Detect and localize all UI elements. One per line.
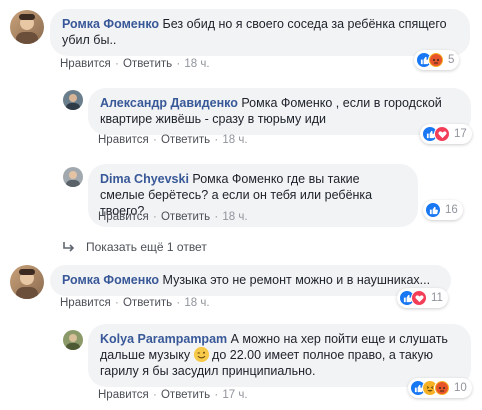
wink-emoji-icon — [193, 347, 209, 362]
reaction-count: 10 — [454, 382, 467, 394]
angry-icon — [434, 380, 450, 396]
reply-3: Kolya Parampampam А можно на хер пойти е… — [0, 0, 482, 410]
separator: · — [149, 389, 160, 401]
reply-link[interactable]: Ответить — [161, 389, 210, 401]
timestamp[interactable]: 17 ч. — [222, 389, 247, 401]
separator: · — [211, 389, 222, 401]
like-link[interactable]: Нравится — [98, 389, 149, 401]
avatar[interactable] — [63, 330, 83, 350]
comment-bubble: Kolya Parampampam А можно на хер пойти е… — [88, 324, 471, 387]
reaction-summary[interactable]: 10 — [408, 378, 472, 398]
comment-author[interactable]: Kolya Parampampam — [100, 332, 227, 346]
comment-actions: Нравится · Ответить · 17 ч. — [98, 389, 248, 401]
